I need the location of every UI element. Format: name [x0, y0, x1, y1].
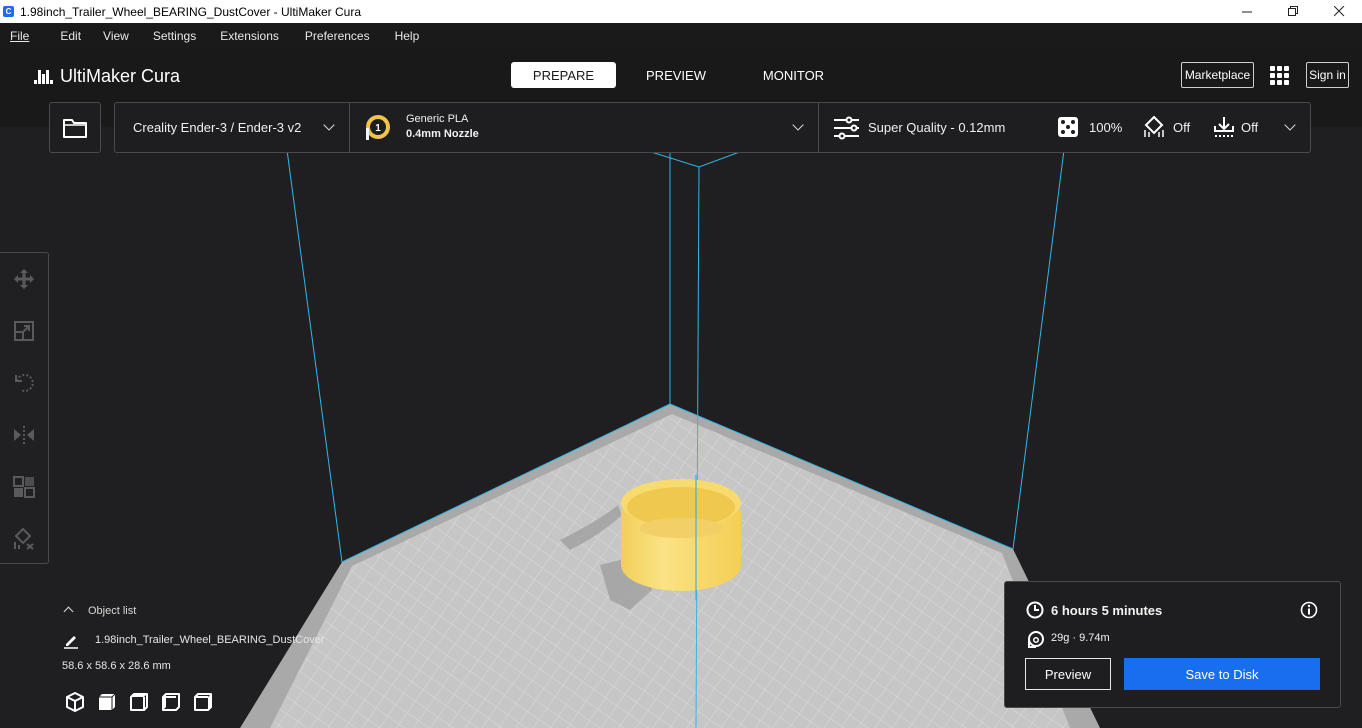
- support-blocker-tool[interactable]: [11, 526, 37, 552]
- scale-icon: [14, 321, 34, 341]
- material-name: Generic PLA: [406, 113, 469, 125]
- material-chevron-down-icon: [792, 119, 804, 131]
- infill-icon: [1058, 117, 1078, 137]
- right-view-icon: [194, 693, 212, 711]
- left-view-icon: [162, 693, 180, 711]
- adhesion-value: Off: [1241, 120, 1259, 135]
- support-value: Off: [1173, 120, 1191, 135]
- tool-panel: [0, 252, 49, 564]
- infill-value: 100%: [1089, 120, 1123, 135]
- view-3d-button[interactable]: [63, 690, 87, 714]
- support-icon: [1144, 116, 1164, 137]
- print-summary-panel: 6 hours 5 minutes 29g · 9.74m Preview Sa…: [1004, 581, 1341, 708]
- top-view-icon: [130, 693, 148, 711]
- printer-name: Creality Ender-3 / Ender-3 v2: [133, 120, 302, 135]
- per-model-settings-icon: [13, 476, 35, 498]
- spool-icon: [1028, 631, 1044, 648]
- extruder-number: 1: [375, 123, 381, 134]
- view-left-button[interactable]: [159, 690, 183, 714]
- move-icon: [14, 269, 34, 289]
- adhesion-icon: [1214, 117, 1234, 137]
- rotate-tool[interactable]: [11, 370, 37, 396]
- support-blocker-icon: [14, 528, 34, 550]
- 3d-view-icon: [66, 692, 84, 712]
- object-list-header: Object list: [88, 605, 137, 617]
- printer-chevron-down-icon: [323, 119, 335, 131]
- model-dust-cover[interactable]: [621, 475, 741, 600]
- move-tool[interactable]: [11, 266, 37, 292]
- pencil-icon[interactable]: [63, 633, 79, 649]
- folder-icon: [63, 118, 87, 138]
- extruder-icon: 1: [366, 115, 390, 140]
- print-settings-selector[interactable]: Super Quality - 0.12mm 100% Off Off: [819, 103, 1310, 152]
- view-top-button[interactable]: [127, 690, 151, 714]
- scale-tool[interactable]: [11, 318, 37, 344]
- preview-button[interactable]: Preview: [1025, 658, 1111, 690]
- chevron-up-icon: [63, 606, 74, 617]
- object-list-toggle[interactable]: Object list: [60, 603, 180, 621]
- printer-selector[interactable]: Creality Ender-3 / Ender-3 v2: [115, 103, 349, 152]
- mirror-tool[interactable]: [11, 422, 37, 448]
- per-model-settings-tool[interactable]: [11, 474, 37, 500]
- info-icon[interactable]: [1300, 601, 1318, 619]
- print-time: 6 hours 5 minutes: [1051, 603, 1163, 618]
- sliders-icon: [834, 116, 859, 140]
- view-right-button[interactable]: [191, 690, 215, 714]
- profile-name: Super Quality - 0.12mm: [868, 120, 1006, 135]
- object-dimensions: 58.6 x 58.6 x 28.6 mm: [62, 660, 171, 672]
- view-front-button[interactable]: [95, 690, 119, 714]
- save-to-disk-button[interactable]: Save to Disk: [1124, 658, 1320, 690]
- mirror-icon: [14, 426, 34, 444]
- clock-icon: [1026, 601, 1044, 619]
- rotate-icon: [15, 374, 34, 392]
- front-view-icon: [99, 693, 116, 710]
- nozzle-size: 0.4mm Nozzle: [406, 128, 479, 140]
- material-usage: 29g · 9.74m: [1051, 632, 1110, 644]
- settings-chevron-down-icon: [1284, 119, 1296, 131]
- open-file-button[interactable]: [49, 102, 101, 153]
- object-name[interactable]: 1.98inch_Trailer_Wheel_BEARING_DustCover: [95, 634, 324, 646]
- print-config-bar: Creality Ender-3 / Ender-3 v2 1 Generic …: [114, 102, 1311, 153]
- material-selector[interactable]: 1 Generic PLA 0.4mm Nozzle: [350, 103, 818, 152]
